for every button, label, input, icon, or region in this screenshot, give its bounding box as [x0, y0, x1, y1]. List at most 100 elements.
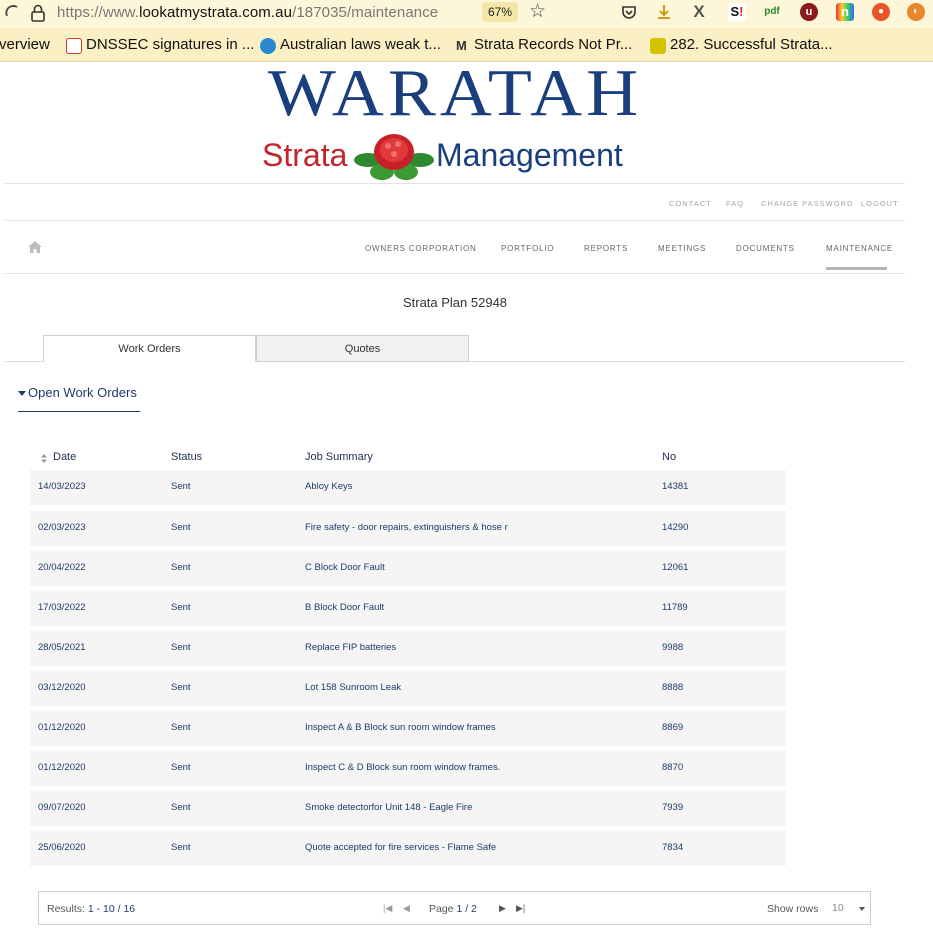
page-value: 1 / 2	[456, 903, 477, 915]
contact-link[interactable]: CONTACT	[669, 199, 712, 208]
url-field[interactable]: https://www.lookatmystrata.com.au/187035…	[57, 4, 438, 21]
page-label: Page	[429, 903, 454, 915]
status-cell: Sent	[171, 802, 191, 813]
job-summary-cell[interactable]: Inspect A & B Block sun room window fram…	[305, 722, 496, 733]
status-cell: Sent	[171, 722, 191, 733]
logo-strata-text: Strata	[262, 137, 348, 173]
nav-portfolio[interactable]: PORTFOLIO	[501, 244, 554, 253]
header-divider	[5, 183, 905, 184]
number-cell: 8888	[662, 682, 684, 693]
download-icon[interactable]	[655, 3, 673, 21]
nav-meetings[interactable]: MEETINGS	[658, 244, 706, 253]
job-summary-cell[interactable]: Smoke detectorfor Unit 148 - Eagle Fire	[305, 802, 472, 813]
collapse-caret-icon[interactable]	[18, 391, 26, 396]
sort-icon[interactable]	[41, 454, 47, 463]
lock-icon[interactable]	[30, 4, 46, 22]
nav-top-divider	[5, 220, 905, 221]
faq-link[interactable]: FAQ	[726, 199, 744, 208]
logo-management-text: Management	[436, 137, 623, 173]
date-cell: 03/12/2020	[38, 682, 86, 693]
bookmark-item[interactable]: 282. Successful Strata...	[670, 36, 833, 53]
url-domain: lookatmystrata.com.au	[139, 4, 293, 21]
x-extension-icon[interactable]: X	[690, 3, 708, 21]
nav-reports[interactable]: REPORTS	[584, 244, 628, 253]
status-cell: Sent	[171, 762, 191, 773]
column-header-job-summary[interactable]: Job Summary	[305, 451, 373, 463]
logo-waratah-text: WARATAH	[267, 56, 643, 130]
pdf-extension-icon[interactable]: pdf	[763, 3, 781, 21]
bookmark-item[interactable]: Strata Records Not Pr...	[474, 36, 632, 53]
page-indicator: Page 1 / 2	[429, 903, 477, 915]
nav-active-indicator	[826, 267, 887, 270]
chevron-down-icon[interactable]	[859, 907, 865, 911]
bookmark-item[interactable]: verview	[0, 36, 50, 53]
bookmark-item[interactable]: Australian laws weak t...	[280, 36, 441, 53]
job-summary-cell[interactable]: Replace FIP batteries	[305, 642, 396, 653]
number-cell: 11789	[662, 602, 688, 613]
column-header-status[interactable]: Status	[171, 451, 202, 463]
status-cell: Sent	[171, 522, 191, 533]
table-row[interactable]: 03/12/2020 Sent Lot 158 Sunroom Leak 888…	[30, 671, 786, 706]
number-cell: 12061	[662, 562, 689, 573]
table-row[interactable]: 01/12/2020 Sent Inspect A & B Block sun …	[30, 711, 786, 746]
job-summary-cell[interactable]: Inspect C & D Block sun room window fram…	[305, 762, 500, 773]
orange-extension-icon[interactable]: ◐	[907, 3, 925, 21]
table-row[interactable]: 14/03/2023 Sent Abloy Keys 14381	[30, 470, 786, 505]
table-row[interactable]: 28/05/2021 Sent Replace FIP batteries 99…	[30, 631, 786, 666]
bookmark-item[interactable]: DNSSEC signatures in ...	[86, 36, 254, 53]
table-row[interactable]: 20/04/2022 Sent C Block Door Fault 12061	[30, 551, 786, 586]
nav-maintenance[interactable]: MAINTENANCE	[826, 244, 893, 253]
number-cell: 7834	[662, 842, 684, 853]
results-label: Results:	[47, 903, 85, 915]
duckduckgo-icon[interactable]: ●	[872, 3, 890, 21]
table-row[interactable]: 01/12/2020 Sent Inspect C & D Block sun …	[30, 751, 786, 786]
job-summary-cell[interactable]: Quote accepted for fire services - Flame…	[305, 842, 496, 853]
bookmark-star-icon[interactable]: ☆	[529, 2, 546, 22]
section-title[interactable]: Open Work Orders	[28, 385, 137, 400]
table-row[interactable]: 25/06/2020 Sent Quote accepted for fire …	[30, 831, 786, 866]
tab-quotes[interactable]: Quotes	[256, 335, 469, 362]
url-prefix: https://www.	[57, 4, 140, 21]
gmail-favicon-icon: M	[456, 38, 467, 53]
status-cell: Sent	[171, 602, 191, 613]
pocket-icon[interactable]	[620, 3, 638, 21]
job-summary-cell[interactable]: Lot 158 Sunroom Leak	[305, 682, 401, 693]
zoom-level-button[interactable]: 67%	[482, 2, 518, 22]
page-title: Strata Plan 52948	[402, 295, 508, 310]
job-summary-cell[interactable]: B Block Door Fault	[305, 602, 384, 613]
job-summary-cell[interactable]: C Block Door Fault	[305, 562, 385, 573]
url-path: /187035/maintenance	[292, 4, 439, 21]
number-cell: 7939	[662, 802, 684, 813]
status-cell: Sent	[171, 562, 191, 573]
results-range: 1 - 10 / 16	[87, 903, 136, 915]
first-page-icon[interactable]: |◀	[383, 903, 392, 914]
reload-icon[interactable]	[3, 3, 23, 23]
ublock-icon[interactable]: u	[800, 3, 818, 21]
job-summary-cell[interactable]: Abloy Keys	[305, 481, 353, 492]
table-row[interactable]: 09/07/2020 Sent Smoke detectorfor Unit 1…	[30, 791, 786, 826]
status-cell: Sent	[171, 642, 191, 653]
job-summary-cell[interactable]: Fire safety - door repairs, extinguisher…	[305, 522, 508, 533]
status-cell: Sent	[171, 682, 191, 693]
column-header-date[interactable]: Date	[53, 451, 76, 463]
nav-owners-corporation[interactable]: OWNERS CORPORATION	[365, 244, 477, 253]
dnssec-favicon-icon	[66, 38, 82, 54]
column-header-no[interactable]: No	[662, 451, 676, 463]
next-page-icon[interactable]: ▶	[499, 903, 506, 914]
change-password-link[interactable]: CHANGE PASSWORD	[761, 199, 853, 208]
results-summary: Results: 1 - 10 / 16	[47, 903, 135, 915]
show-rows-label: Show rows	[767, 903, 819, 915]
logout-link[interactable]: LOGOUT	[861, 199, 899, 208]
date-cell: 20/04/2022	[38, 562, 86, 573]
colorful-extension-icon[interactable]: n	[836, 3, 854, 21]
tab-work-orders[interactable]: Work Orders	[43, 335, 256, 362]
number-cell: 8870	[662, 762, 684, 773]
s-extension-icon[interactable]: S!	[728, 3, 746, 21]
nav-documents[interactable]: DOCUMENTS	[736, 244, 795, 253]
previous-page-icon[interactable]: ◀	[403, 903, 410, 914]
home-icon[interactable]	[28, 241, 42, 253]
podcast-favicon-icon	[650, 38, 666, 54]
table-row[interactable]: 17/03/2022 Sent B Block Door Fault 11789	[30, 591, 786, 626]
table-row[interactable]: 02/03/2023 Sent Fire safety - door repai…	[30, 511, 786, 546]
last-page-icon[interactable]: ▶|	[516, 903, 525, 914]
